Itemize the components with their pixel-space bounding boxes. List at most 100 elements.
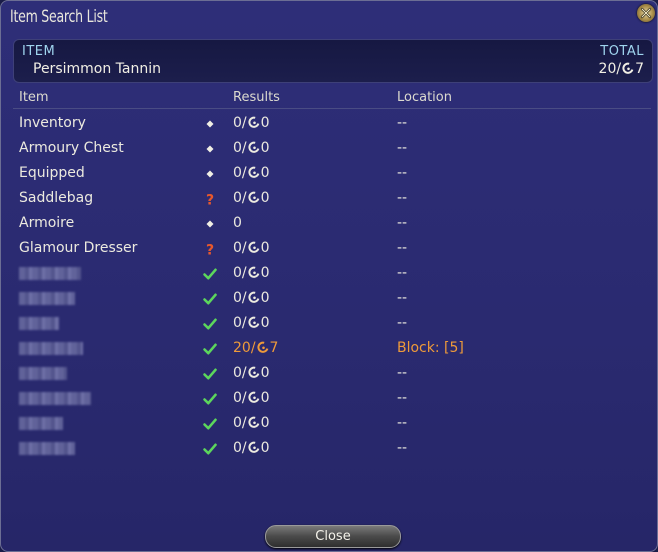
- hq-count: 0: [260, 440, 270, 456]
- location-value: --: [397, 290, 408, 306]
- results-value: 0/0: [233, 115, 270, 131]
- item-name: Persimmon Tannin: [33, 61, 161, 77]
- diamond-icon: [202, 141, 218, 157]
- list-item[interactable]: Equipped 0/0 --: [1, 161, 657, 186]
- result-count: 0/: [233, 390, 247, 406]
- hq-count: 0: [260, 115, 270, 131]
- check-icon: [202, 316, 218, 332]
- hq-icon: [248, 391, 259, 403]
- hq-icon: [248, 441, 259, 453]
- redacted-name: [19, 267, 81, 280]
- hq-icon: [248, 416, 259, 428]
- total-value: 20/7: [599, 61, 644, 77]
- redacted-name: [19, 342, 83, 355]
- list-item[interactable]: 0/0 --: [1, 311, 657, 336]
- list-item[interactable]: Armoire 0 --: [1, 211, 657, 236]
- location-value: --: [397, 440, 408, 456]
- location-value: --: [397, 265, 408, 281]
- list-item[interactable]: Saddlebag? 0/0 --: [1, 186, 657, 211]
- hq-icon: [248, 366, 259, 378]
- hq-count: 0: [260, 290, 270, 306]
- svg-text:?: ?: [206, 193, 214, 208]
- hq-icon: [256, 341, 268, 353]
- results-value: 0: [233, 215, 242, 231]
- list-item[interactable]: 0/0 --: [1, 436, 657, 461]
- result-count: 0/: [233, 440, 247, 456]
- redacted-name: [19, 392, 91, 405]
- list-item[interactable]: 0/0 --: [1, 286, 657, 311]
- svg-text:?: ?: [206, 243, 214, 258]
- diamond-icon: [202, 166, 218, 182]
- check-icon: [202, 366, 218, 382]
- item-location-name: Inventory: [19, 115, 86, 131]
- location-value: --: [397, 165, 408, 181]
- title-bar[interactable]: Item Search List: [1, 1, 657, 35]
- results-value: 0/0: [233, 315, 270, 331]
- check-icon: [202, 441, 218, 457]
- result-count: 0/: [233, 415, 247, 431]
- results-value: 0/0: [233, 140, 270, 156]
- total-count: 20/: [598, 61, 622, 77]
- hq-count: 0: [260, 190, 270, 206]
- redacted-name: [19, 417, 63, 430]
- list-item[interactable]: 0/0 --: [1, 386, 657, 411]
- list-item[interactable]: 0/0 --: [1, 261, 657, 286]
- close-x-icon[interactable]: [637, 4, 655, 22]
- column-headers: Item Results Location: [13, 88, 651, 109]
- column-item: Item: [19, 90, 49, 105]
- result-count: 0/: [233, 165, 247, 181]
- item-location-name: Armoury Chest: [19, 140, 124, 156]
- location-value: --: [397, 390, 408, 406]
- question-icon: ?: [202, 191, 218, 209]
- location-value: --: [397, 115, 408, 131]
- check-icon: [202, 391, 218, 407]
- location-value: --: [397, 190, 408, 206]
- hq-icon: [248, 241, 259, 253]
- hq-count: 0: [260, 140, 270, 156]
- list-item[interactable]: 0/0 --: [1, 361, 657, 386]
- redacted-name: [19, 367, 67, 380]
- list-item[interactable]: Glamour Dresser? 0/0 --: [1, 236, 657, 261]
- results-value: 0/0: [233, 240, 270, 256]
- location-value: --: [397, 415, 408, 431]
- check-icon: [202, 416, 218, 432]
- hq-icon: [622, 62, 634, 74]
- item-location-name: Saddlebag: [19, 190, 94, 206]
- diamond-icon: [202, 216, 218, 232]
- column-results: Results: [233, 90, 280, 105]
- redacted-name: [19, 442, 75, 455]
- hq-count: 0: [260, 315, 270, 331]
- list-item[interactable]: Armoury Chest 0/0 --: [1, 136, 657, 161]
- location-value: --: [397, 365, 408, 381]
- list-item[interactable]: 0/0 --: [1, 411, 657, 436]
- item-caption: ITEM: [22, 44, 56, 59]
- hq-icon: [248, 141, 259, 153]
- item-location-name: Glamour Dresser: [19, 240, 138, 256]
- results-value: 0/0: [233, 165, 270, 181]
- location-value: --: [397, 315, 408, 331]
- result-count: 0/: [233, 265, 247, 281]
- result-count: 0/: [233, 115, 247, 131]
- location-value: Block: [5]: [397, 340, 464, 356]
- hq-count: 0: [260, 365, 270, 381]
- result-count: 0/: [233, 140, 247, 156]
- hq-count: 0: [260, 165, 270, 181]
- result-count: 0/: [233, 365, 247, 381]
- hq-count: 0: [260, 415, 270, 431]
- results-value: 0/0: [233, 390, 270, 406]
- list-item[interactable]: 20/7 Block: [5]: [1, 336, 657, 361]
- redacted-name: [19, 292, 75, 305]
- column-location: Location: [397, 90, 452, 105]
- results-value: 0/0: [233, 440, 270, 456]
- close-button[interactable]: Close: [265, 525, 401, 548]
- diamond-icon: [202, 116, 218, 132]
- hq-icon: [248, 166, 259, 178]
- result-count: 0/: [233, 190, 247, 206]
- results-value: 0/0: [233, 365, 270, 381]
- redacted-name: [19, 317, 59, 330]
- hq-icon: [248, 316, 259, 328]
- result-count: 0/: [233, 315, 247, 331]
- results-value: 0/0: [233, 290, 270, 306]
- location-value: --: [397, 140, 408, 156]
- list-item[interactable]: Inventory 0/0 --: [1, 111, 657, 136]
